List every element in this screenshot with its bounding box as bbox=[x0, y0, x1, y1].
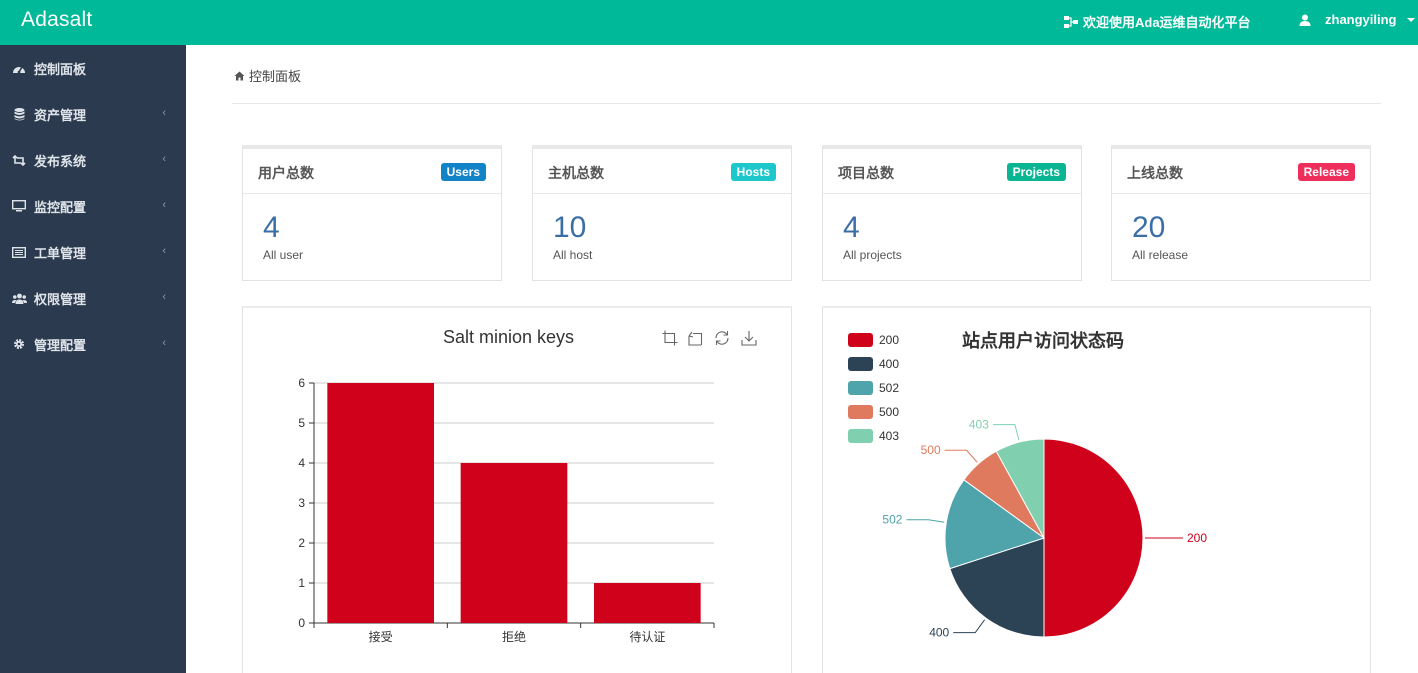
chevron-left-icon: ‹ bbox=[162, 291, 166, 303]
gear-icon bbox=[0, 338, 34, 350]
label-line bbox=[953, 619, 986, 634]
sidebar-item-release[interactable]: 发布系统 ‹ bbox=[0, 137, 186, 183]
top-navbar: Adasalt 欢迎使用Ada运维自动化平台 zhangyiling bbox=[0, 0, 1418, 45]
y-tick-label: 6 bbox=[298, 376, 305, 390]
user-menu[interactable]: zhangyiling bbox=[1299, 12, 1415, 27]
sidebar-item-dashboard[interactable]: 控制面板 bbox=[0, 45, 186, 91]
y-tick-label: 4 bbox=[298, 456, 305, 470]
bar[interactable] bbox=[327, 383, 434, 623]
sidebar-item-label: 工单管理 bbox=[34, 245, 87, 261]
y-tick-label: 0 bbox=[298, 616, 305, 630]
bar[interactable] bbox=[460, 463, 568, 623]
stat-box-release: 上线总数 Release 20 All release bbox=[1111, 145, 1371, 281]
stat-title: 用户总数 bbox=[258, 165, 314, 181]
slice-label: 500 bbox=[921, 443, 941, 457]
sidebar-item-label: 控制面板 bbox=[34, 61, 87, 77]
home-icon bbox=[234, 71, 245, 80]
x-tick-label: 待认证 bbox=[629, 630, 665, 644]
bar-chart: 0 1 2 3 4 5 6 接受 拒绝 待认证 bbox=[298, 376, 715, 644]
retweet-icon bbox=[0, 154, 34, 166]
y-tick-label: 5 bbox=[298, 416, 305, 430]
stat-subtitle: All host bbox=[553, 248, 593, 262]
caret-down-icon bbox=[1406, 17, 1415, 22]
y-tick-label: 1 bbox=[298, 576, 305, 590]
breadcrumb-label[interactable]: 控制面板 bbox=[249, 66, 301, 85]
pie-chart: 200 400 502 500 403 bbox=[882, 418, 1207, 640]
stat-badge: Users bbox=[440, 163, 486, 181]
x-tick-label: 接受 bbox=[369, 629, 393, 644]
welcome-message: 欢迎使用Ada运维自动化平台 bbox=[1064, 12, 1251, 31]
chevron-left-icon: ‹ bbox=[162, 245, 166, 257]
stat-subtitle: All user bbox=[263, 248, 304, 262]
welcome-text: 欢迎使用Ada运维自动化平台 bbox=[1083, 15, 1251, 30]
slice-label: 200 bbox=[1187, 531, 1207, 545]
stat-value: 4 bbox=[263, 211, 280, 244]
stat-value: 4 bbox=[843, 211, 860, 244]
stat-badge: Hosts bbox=[730, 163, 776, 181]
stat-badge: Release bbox=[1297, 163, 1355, 181]
sidebar-item-label: 监控配置 bbox=[34, 199, 87, 215]
users-icon bbox=[0, 293, 34, 304]
sidebar-item-admin[interactable]: 管理配置 ‹ bbox=[0, 321, 186, 367]
stat-subtitle: All release bbox=[1132, 248, 1189, 262]
bar[interactable] bbox=[594, 583, 701, 623]
sidebar-item-tickets[interactable]: 工单管理 ‹ bbox=[0, 229, 186, 275]
sidebar-item-label: 发布系统 bbox=[34, 153, 87, 169]
pie-chart-panel: 站点用户访问状态码 200 400 502 500 403 200 400 502 500 40… bbox=[822, 306, 1371, 673]
brand-logo[interactable]: Adasalt bbox=[21, 8, 92, 32]
divider bbox=[232, 103, 1381, 104]
chevron-left-icon: ‹ bbox=[162, 153, 166, 165]
stat-title: 上线总数 bbox=[1127, 165, 1183, 181]
pie-slice[interactable] bbox=[1043, 438, 1144, 638]
sidebar-item-label: 权限管理 bbox=[34, 291, 87, 307]
sidebar-item-monitor[interactable]: 监控配置 ‹ bbox=[0, 183, 186, 229]
sidebar-item-assets[interactable]: 资产管理 ‹ bbox=[0, 91, 186, 137]
stat-title: 主机总数 bbox=[548, 165, 604, 181]
y-tick-label: 2 bbox=[298, 536, 305, 550]
y-tick-label: 3 bbox=[298, 496, 305, 510]
sitemap-icon bbox=[1064, 15, 1078, 28]
label-line bbox=[906, 519, 945, 523]
stat-title: 项目总数 bbox=[838, 165, 894, 181]
stat-box-hosts: 主机总数 Hosts 10 All host bbox=[532, 145, 792, 281]
chevron-left-icon: ‹ bbox=[162, 107, 166, 119]
slice-label: 502 bbox=[882, 513, 902, 527]
breadcrumb: 控制面板 bbox=[234, 66, 301, 85]
sidebar: 控制面板 资产管理 ‹ 发布系统 ‹ 监控配置 ‹ 工单管理 ‹ 权限管理 ‹ bbox=[0, 45, 186, 673]
slice-label: 403 bbox=[969, 418, 989, 432]
username: zhangyiling bbox=[1325, 12, 1397, 27]
list-icon bbox=[0, 246, 34, 258]
user-icon bbox=[1299, 14, 1311, 26]
sidebar-item-label: 管理配置 bbox=[34, 337, 87, 353]
chevron-left-icon: ‹ bbox=[162, 337, 166, 349]
stat-badge: Projects bbox=[1006, 163, 1066, 181]
label-line bbox=[944, 449, 978, 463]
stat-box-projects: 项目总数 Projects 4 All projects bbox=[822, 145, 1082, 281]
bar-chart-panel: Salt minion keys 0 1 2 3 4 5 6 接受 拒绝 待认证 bbox=[242, 306, 792, 673]
stat-box-users: 用户总数 Users 4 All user bbox=[242, 145, 502, 281]
stat-subtitle: All projects bbox=[843, 248, 902, 262]
stat-value: 20 bbox=[1132, 211, 1166, 244]
database-icon bbox=[0, 107, 34, 121]
stat-value: 10 bbox=[553, 211, 587, 244]
label-line bbox=[992, 424, 1020, 441]
chevron-left-icon: ‹ bbox=[162, 199, 166, 211]
slice-label: 400 bbox=[929, 626, 949, 640]
dashboard-icon bbox=[0, 62, 34, 74]
sidebar-item-permissions[interactable]: 权限管理 ‹ bbox=[0, 275, 186, 321]
x-tick-label: 拒绝 bbox=[502, 629, 526, 644]
monitor-icon bbox=[0, 200, 34, 212]
sidebar-item-label: 资产管理 bbox=[34, 107, 87, 123]
